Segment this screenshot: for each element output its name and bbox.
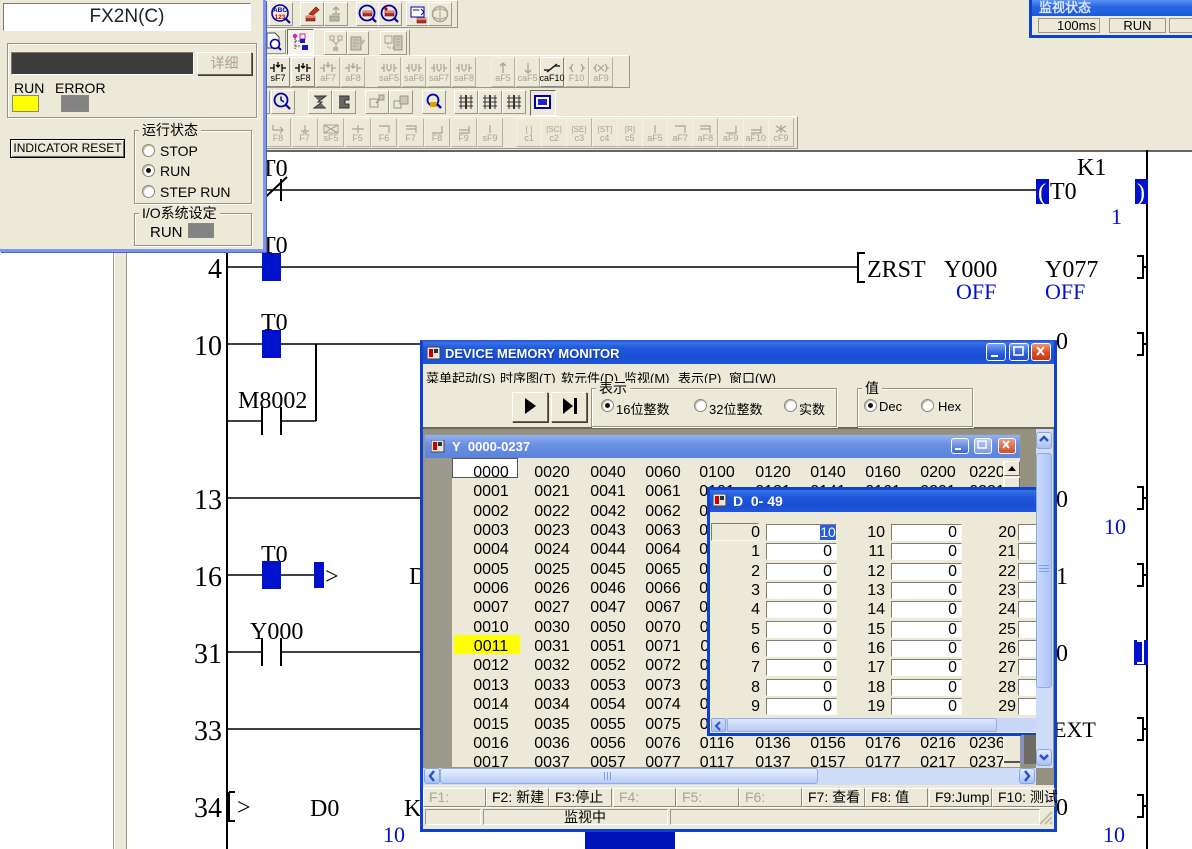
svg-text:123: 123 (275, 14, 286, 21)
svg-text:1: 1 (1111, 204, 1122, 229)
svg-text:OFF: OFF (1045, 279, 1085, 304)
svg-text:10: 10 (1103, 822, 1125, 847)
svg-text:0: 0 (1056, 641, 1068, 667)
svg-text:Y000: Y000 (250, 619, 303, 645)
svg-text:0: 0 (1056, 329, 1068, 355)
svg-text:16: 16 (194, 562, 222, 593)
svg-text:0: 0 (1056, 487, 1068, 513)
svg-text:): ) (1137, 180, 1145, 206)
svg-text:>: > (237, 795, 251, 821)
svg-text:1: 1 (1056, 564, 1068, 590)
svg-text:>: > (325, 564, 339, 590)
svg-text:K1: K1 (1077, 155, 1106, 181)
svg-text:EXT: EXT (1053, 717, 1096, 742)
svg-text:13: 13 (194, 485, 222, 516)
svg-text:10: 10 (1104, 514, 1126, 539)
svg-text:33: 33 (194, 716, 222, 747)
svg-text:ABC: ABC (273, 7, 287, 14)
svg-text:10: 10 (194, 331, 222, 362)
svg-text:D0: D0 (310, 796, 339, 822)
svg-text:10: 10 (383, 822, 405, 847)
svg-text:4: 4 (208, 254, 222, 285)
svg-text:T0: T0 (1050, 179, 1077, 205)
svg-text:ZRST: ZRST (867, 257, 926, 283)
svg-text:OFF: OFF (956, 279, 996, 304)
svg-text:31: 31 (194, 639, 222, 670)
svg-text:34: 34 (194, 793, 222, 824)
svg-text:(: ( (1038, 180, 1046, 206)
